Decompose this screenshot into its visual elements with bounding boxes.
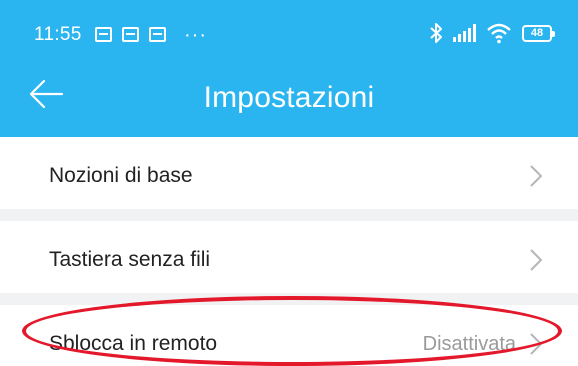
section-divider bbox=[0, 209, 578, 221]
status-left-icons: ··· bbox=[95, 23, 207, 46]
page-title: Impostazioni bbox=[203, 81, 375, 114]
signal-icon bbox=[453, 24, 476, 42]
settings-item-value: Disattivata bbox=[422, 333, 516, 355]
settings-item-wireless-keyboard[interactable]: Tastiera senza fili bbox=[0, 221, 578, 297]
status-bar: 11:55 ··· 48 bbox=[0, 0, 578, 62]
settings-item-remote-unlock[interactable]: Sblocca in remoto Disattivata bbox=[0, 305, 578, 366]
wifi-icon bbox=[487, 23, 511, 44]
chevron-right-icon bbox=[530, 333, 542, 355]
section-divider bbox=[0, 293, 578, 305]
chevron-right-icon bbox=[530, 165, 542, 187]
notification-icon bbox=[95, 27, 112, 42]
calendar-icon bbox=[149, 27, 166, 42]
chevron-right-icon bbox=[530, 249, 542, 271]
overflow-dots: ··· bbox=[184, 23, 207, 46]
vpn-icon bbox=[122, 27, 139, 42]
settings-item-basics[interactable]: Nozioni di base bbox=[0, 137, 578, 213]
status-time: 11:55 bbox=[34, 24, 82, 45]
battery-level: 48 bbox=[530, 26, 544, 39]
settings-item-label: Tastiera senza fili bbox=[49, 248, 211, 271]
battery-icon: 48 bbox=[522, 24, 555, 42]
status-right-icons: 48 bbox=[429, 22, 555, 44]
app-bar: 11:55 ··· 48 Impostazioni bbox=[0, 0, 578, 137]
settings-item-label: Sblocca in remoto bbox=[49, 332, 218, 355]
bluetooth-icon bbox=[430, 23, 442, 43]
settings-item-label: Nozioni di base bbox=[49, 164, 193, 187]
